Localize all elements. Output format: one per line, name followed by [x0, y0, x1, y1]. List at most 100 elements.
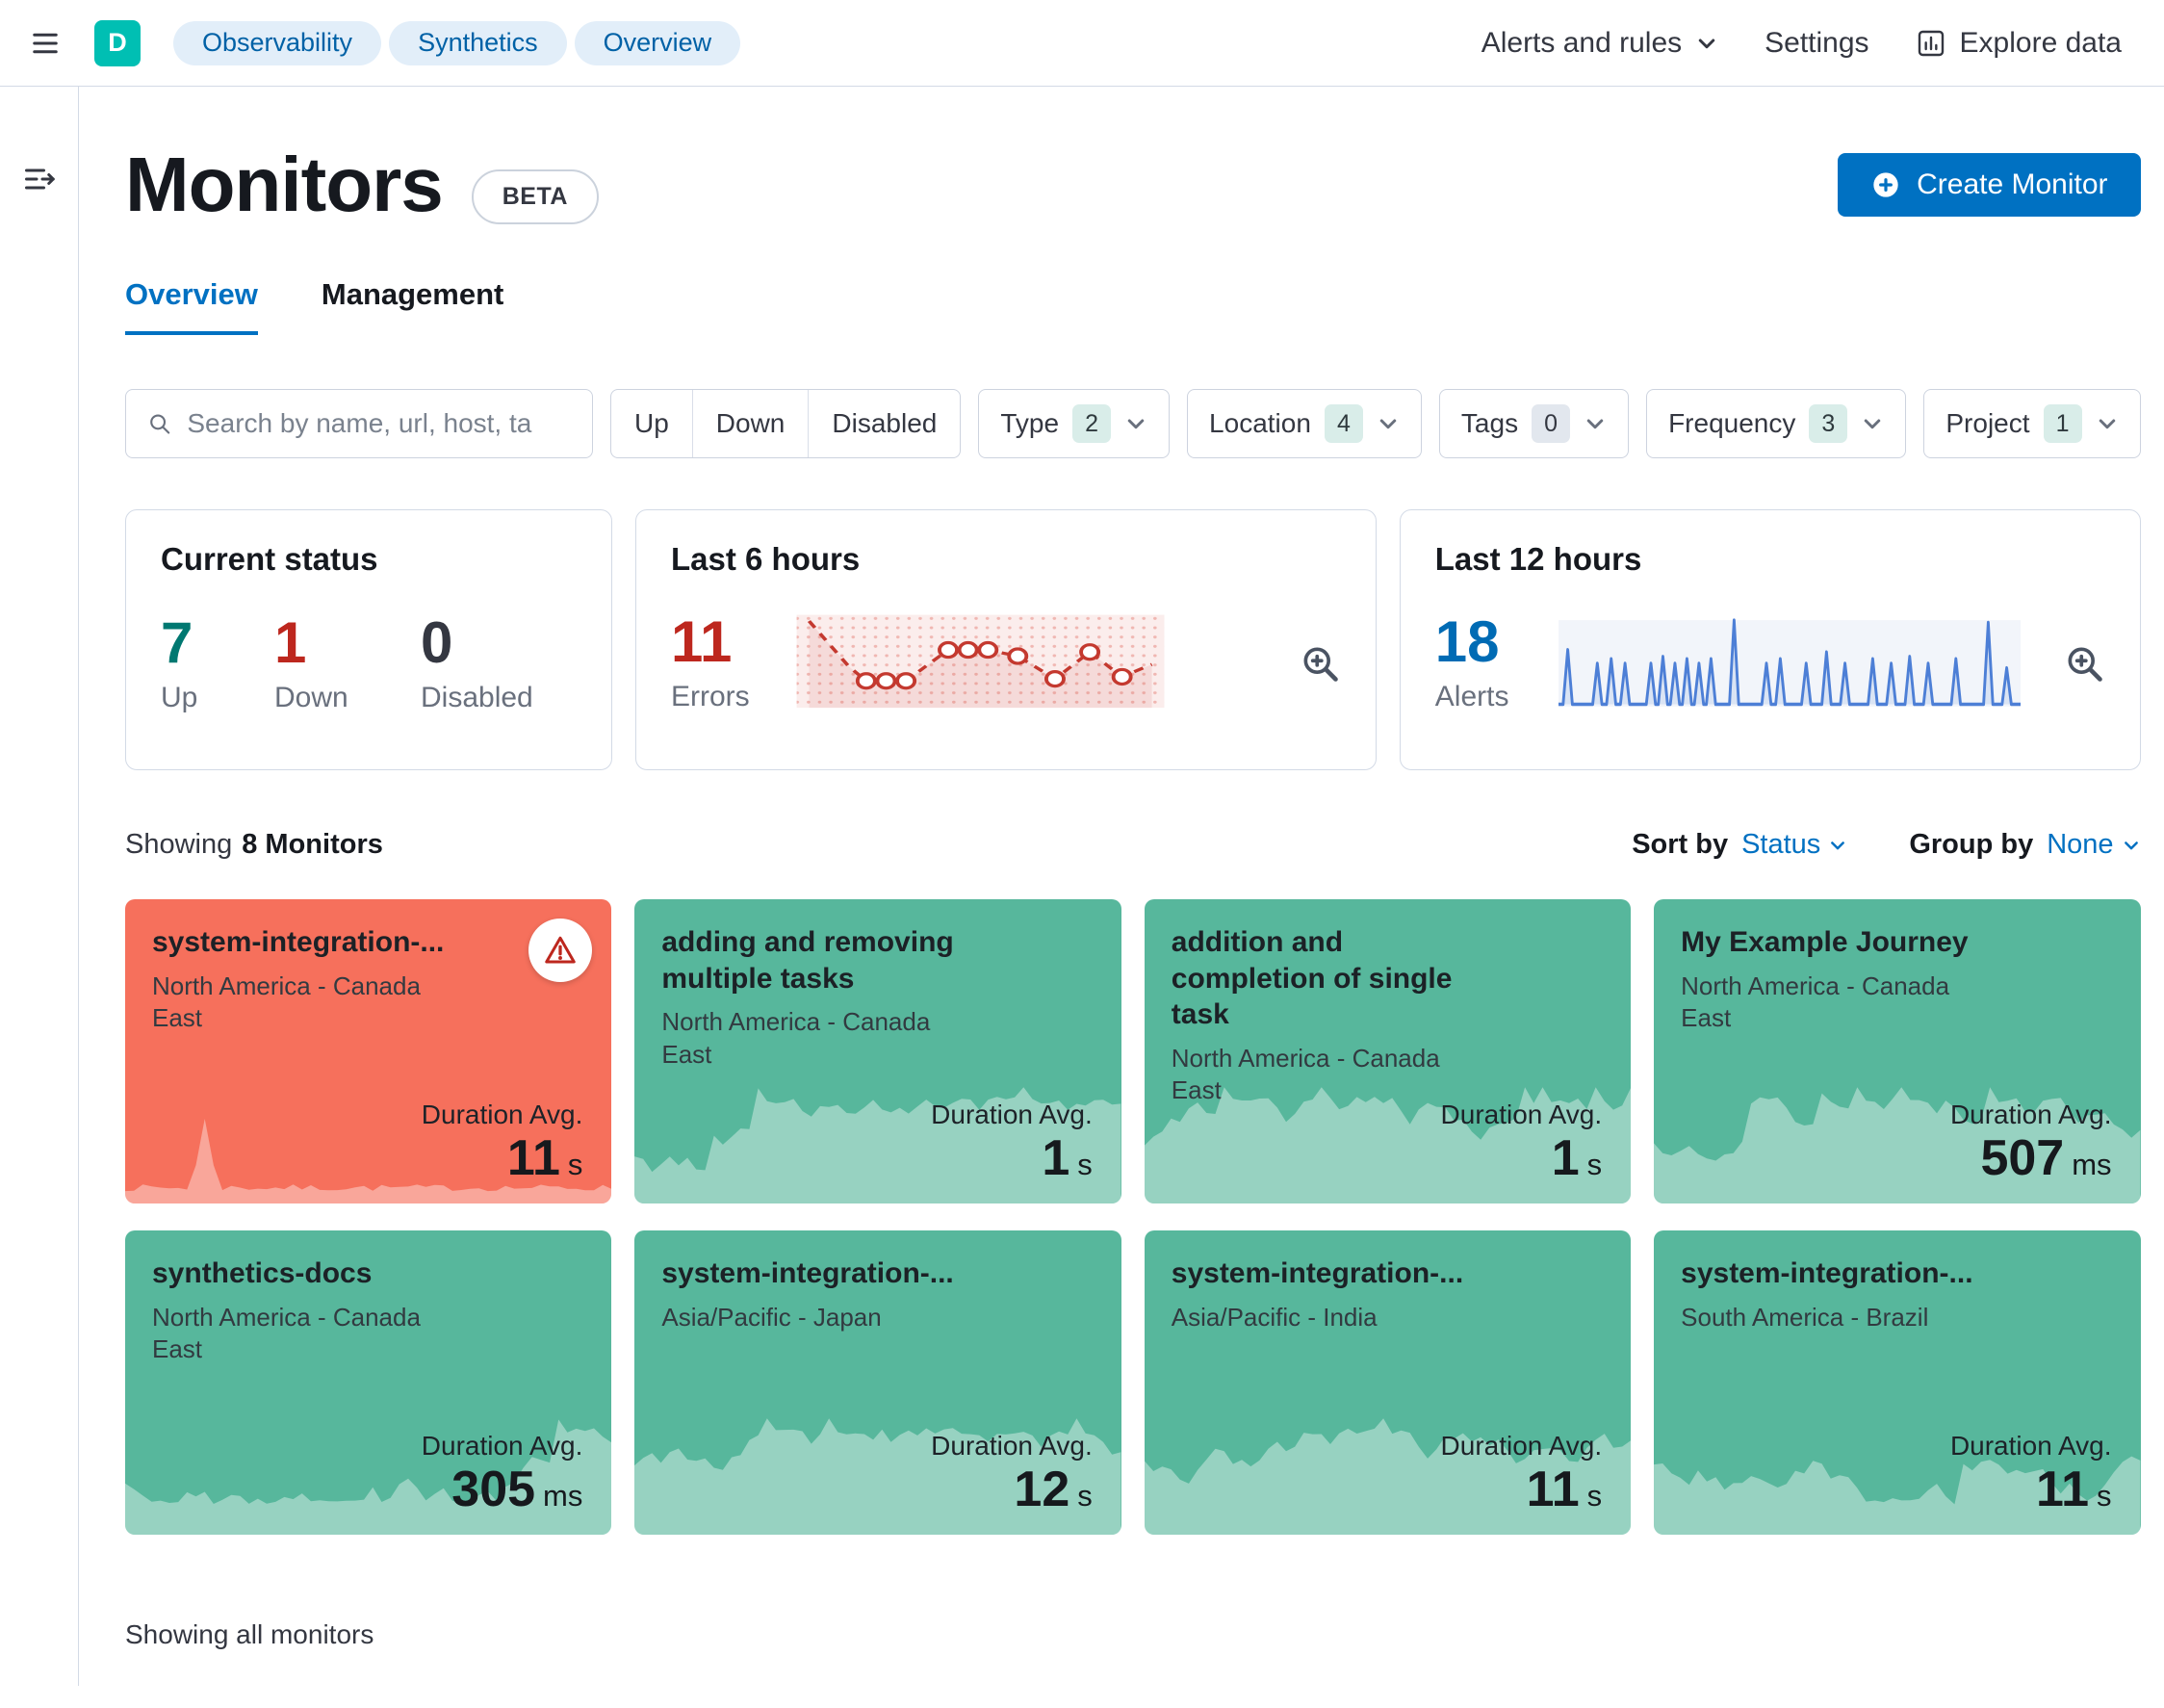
- filter-tags-dropdown[interactable]: Tags 0: [1438, 389, 1630, 458]
- duration-avg: Duration Avg. 11 s: [1949, 1431, 2112, 1518]
- plus-in-circle-icon: [1873, 172, 1898, 197]
- menu-icon[interactable]: [29, 29, 62, 58]
- expand-sidebar-icon[interactable]: [22, 162, 57, 199]
- monitor-card[interactable]: adding and removing multiple tasks North…: [634, 899, 1121, 1203]
- disabled-count: 0: [421, 610, 453, 675]
- last-6-hours-card: Last 6 hours 11 Errors: [635, 509, 1377, 770]
- duration-avg: Duration Avg. 1s: [1440, 1100, 1603, 1187]
- duration-avg: Duration Avg. 12 s: [931, 1431, 1093, 1518]
- alerts-stat: 18 Alerts: [1435, 613, 1532, 713]
- group-by-value[interactable]: None: [2047, 829, 2140, 861]
- breadcrumb-observability[interactable]: Observability: [173, 20, 382, 65]
- chevron-down-icon: [2099, 419, 2115, 429]
- monitor-location: Asia/Pacific - Japan: [661, 1302, 882, 1332]
- chevron-down-icon: [1127, 419, 1145, 429]
- monitor-grid: system-integration-... North America - C…: [125, 899, 2141, 1535]
- stats-row: Current status 7 Up 1 Down 0 Disabled La…: [125, 509, 2141, 770]
- monitor-card[interactable]: system-integration-... Asia/Pacific - Ja…: [634, 1230, 1121, 1535]
- monitor-location: Asia/Pacific - India: [1171, 1302, 1378, 1332]
- monitor-name: system-integration-...: [661, 1257, 954, 1289]
- chevron-down-icon: [1865, 419, 1881, 429]
- last-6-hours-title: Last 6 hours: [671, 541, 861, 577]
- explore-data-icon: [1918, 30, 1944, 56]
- duration-avg: Duration Avg. 11 s: [421, 1100, 583, 1187]
- inspect-alerts-button[interactable]: [2063, 642, 2105, 685]
- tab-management[interactable]: Management: [322, 277, 503, 335]
- list-header: Showing 8 Monitors Sort by Status Group b…: [125, 829, 2141, 861]
- monitor-card[interactable]: system-integration-... Asia/Pacific - In…: [1144, 1230, 1632, 1535]
- monitor-card[interactable]: system-integration-... South America - B…: [1654, 1230, 2141, 1535]
- filter-down-button[interactable]: Down: [691, 390, 809, 457]
- errors-sparkline: [796, 614, 1165, 709]
- duration-avg: Duration Avg. 305 ms: [421, 1431, 583, 1518]
- monitor-card[interactable]: My Example Journey North America - Canad…: [1654, 899, 2141, 1203]
- monitor-location: North America - Canada East: [1681, 970, 1950, 1033]
- breadcrumb-overview[interactable]: Overview: [574, 20, 741, 65]
- duration-avg: Duration Avg. 507 ms: [1949, 1100, 2112, 1187]
- settings-label: Settings: [1765, 26, 1869, 59]
- breadcrumb: Observability Synthetics Overview: [173, 20, 741, 65]
- errors-count: 11: [671, 609, 733, 674]
- create-monitor-button[interactable]: Create Monitor: [1838, 153, 2141, 217]
- monitor-card[interactable]: synthetics-docs North America - Canada E…: [125, 1230, 612, 1535]
- search-box: [125, 389, 593, 458]
- down-count: 1: [274, 610, 307, 675]
- showing-all-monitors-note: Showing all monitors: [125, 1619, 374, 1649]
- duration-avg: Duration Avg. 11 s: [1440, 1431, 1603, 1518]
- collapsed-sidebar: [0, 87, 79, 1686]
- showing-count: Showing 8 Monitors: [125, 829, 383, 860]
- filter-disabled-button[interactable]: Disabled: [808, 390, 960, 457]
- filter-count-badge: 1: [2043, 404, 2082, 443]
- page-title: Monitors: [125, 142, 444, 227]
- monitor-name: My Example Journey: [1681, 926, 1969, 958]
- settings-link[interactable]: Settings: [1765, 27, 1868, 60]
- monitor-location: South America - Brazil: [1681, 1302, 1929, 1332]
- inspect-errors-button[interactable]: [1299, 642, 1341, 685]
- status-filter-group: Up Down Disabled: [610, 389, 962, 458]
- monitor-card[interactable]: addition and completion of single task N…: [1144, 899, 1632, 1203]
- filter-frequency-dropdown[interactable]: Frequency 3: [1646, 389, 1907, 458]
- alerts-and-rules-menu[interactable]: Alerts and rules: [1481, 27, 1718, 60]
- last-12-hours-card: Last 12 hours 18 Alerts: [1399, 509, 2141, 770]
- filter-bar: Up Down Disabled Type 2 Location 4 Tags …: [125, 389, 2141, 458]
- search-input[interactable]: [187, 408, 571, 439]
- explore-data-link[interactable]: Explore data: [1916, 27, 2122, 60]
- tab-bar: Overview Management: [125, 277, 2141, 335]
- current-status-card: Current status 7 Up 1 Down 0 Disabled: [125, 509, 612, 770]
- monitor-name: addition and completion of single task: [1171, 926, 1453, 1030]
- workspace-badge[interactable]: D: [94, 19, 141, 66]
- filter-count-badge: 4: [1324, 404, 1363, 443]
- disabled-stat: 0 Disabled: [421, 610, 533, 714]
- filter-count-badge: 2: [1072, 404, 1112, 443]
- up-count: 7: [161, 610, 193, 675]
- explore-data-label: Explore data: [1959, 26, 2122, 59]
- sort-by-control[interactable]: Sort by Status: [1632, 829, 1847, 861]
- chevron-down-icon: [1586, 419, 1604, 429]
- top-navigation-bar: D Observability Synthetics Overview Aler…: [0, 0, 2164, 87]
- monitor-name: system-integration-...: [152, 926, 445, 958]
- filter-location-label: Location: [1209, 408, 1311, 438]
- filter-project-dropdown[interactable]: Project 1: [1923, 389, 2141, 458]
- current-status-title: Current status: [161, 541, 378, 577]
- filter-up-button[interactable]: Up: [611, 390, 692, 457]
- chevron-down-icon: [1379, 419, 1397, 429]
- breadcrumb-synthetics[interactable]: Synthetics: [389, 20, 567, 65]
- chevron-down-icon: [1698, 39, 1715, 48]
- group-by-control[interactable]: Group by None: [1909, 829, 2140, 861]
- monitor-card[interactable]: system-integration-... North America - C…: [125, 899, 612, 1203]
- filter-location-dropdown[interactable]: Location 4: [1187, 389, 1422, 458]
- filter-tags-label: Tags: [1460, 408, 1519, 438]
- chevron-down-icon: [2124, 841, 2138, 849]
- monitor-error-button[interactable]: [528, 919, 593, 982]
- monitor-location: North America - Canada East: [152, 1302, 421, 1364]
- alerts-sparkline: [1558, 618, 2021, 707]
- filter-frequency-label: Frequency: [1668, 408, 1796, 438]
- sort-by-value[interactable]: Status: [1741, 829, 1847, 861]
- filter-count-badge: 0: [1532, 404, 1571, 443]
- alerts-and-rules-label: Alerts and rules: [1481, 26, 1683, 59]
- magnify-icon: [2068, 647, 2102, 682]
- alert-triangle-icon: [545, 936, 577, 964]
- monitor-location: North America - Canada East: [152, 970, 421, 1033]
- tab-overview[interactable]: Overview: [125, 277, 258, 335]
- filter-type-dropdown[interactable]: Type 2: [978, 389, 1171, 458]
